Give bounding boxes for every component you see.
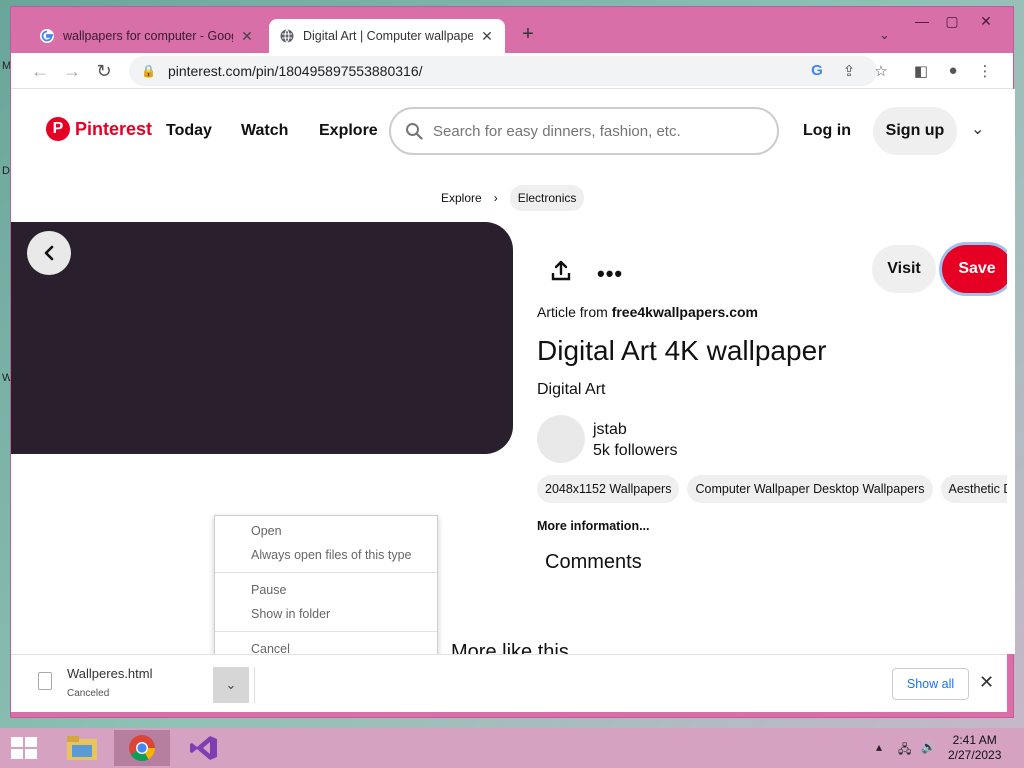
visit-button[interactable]: Visit: [872, 245, 936, 293]
tag-chip[interactable]: Computer Wallpaper Desktop Wallpapers: [687, 475, 933, 503]
brand-name: Pinterest: [75, 118, 153, 139]
pin-title: Digital Art 4K wallpaper: [537, 335, 827, 366]
file-explorer-taskbar-button[interactable]: [54, 730, 110, 766]
download-shelf: Wallperes.html Canceled ⌄ Show all ✕: [11, 654, 1007, 712]
network-icon[interactable]: 🖧: [898, 740, 911, 761]
maximize-icon[interactable]: ▢: [937, 13, 967, 30]
breadcrumb-explore[interactable]: Explore: [441, 191, 482, 205]
download-context-menu: Open Always open files of this type Paus…: [214, 515, 438, 654]
clock-time: 2:41 AM: [952, 733, 997, 747]
menu-kebab-icon[interactable]: ⋮: [975, 62, 995, 80]
windows-start-icon[interactable]: [10, 736, 38, 760]
visual-studio-icon: [190, 736, 217, 760]
tab-search-chevron-icon[interactable]: ⌄: [879, 27, 890, 43]
url-text: pinterest.com/pin/180495897553880316/: [167, 63, 423, 79]
nav-watch[interactable]: Watch: [241, 122, 288, 140]
share-page-icon[interactable]: ⇪: [839, 62, 859, 80]
globe-icon: [280, 29, 294, 43]
tag-list: 2048x1152 Wallpapers Computer Wallpaper …: [537, 475, 1007, 503]
article-source: Article from free4kwallpapers.com: [537, 304, 758, 320]
pinterest-header: P Pinterest Today Watch Explore Log in S…: [11, 89, 1007, 171]
chevron-left-icon: [44, 245, 54, 261]
tab-bar: wallpapers for computer - Goog ✕ Digital…: [11, 7, 1013, 53]
tag-chip[interactable]: Aesthetic Desk: [940, 475, 1007, 503]
save-button[interactable]: Save: [942, 245, 1007, 293]
menu-item-always-open[interactable]: Always open files of this type: [251, 548, 412, 562]
browser-window: wallpapers for computer - Goog ✕ Digital…: [10, 6, 1015, 718]
more-options-icon[interactable]: •••: [597, 261, 623, 287]
volume-icon[interactable]: 🔊: [921, 740, 936, 754]
menu-divider: [215, 572, 437, 573]
system-clock[interactable]: 2:41 AM 2/27/2023: [948, 733, 1001, 763]
page-scrollbar[interactable]: [1007, 89, 1015, 654]
pinterest-p-icon: P: [46, 117, 70, 141]
pin-image[interactable]: [11, 222, 513, 454]
tab-title: wallpapers for computer - Goog: [63, 29, 233, 43]
minimize-icon[interactable]: —: [907, 13, 937, 29]
pinterest-logo[interactable]: P Pinterest: [46, 117, 152, 141]
forward-arrow-icon[interactable]: →: [61, 61, 83, 82]
close-window-icon[interactable]: ✕: [971, 13, 1001, 30]
taskbar: ▴ 🖧 🔊 2:41 AM 2/27/2023: [0, 728, 1024, 768]
menu-item-cancel[interactable]: Cancel: [251, 642, 290, 654]
lock-icon: 🔒: [141, 64, 156, 78]
nav-explore[interactable]: Explore: [319, 122, 378, 140]
close-tab-icon[interactable]: ✕: [479, 28, 495, 45]
search-box[interactable]: [389, 107, 779, 155]
menu-item-open[interactable]: Open: [251, 524, 282, 538]
close-tab-icon[interactable]: ✕: [239, 28, 255, 45]
download-options-chevron-icon[interactable]: ⌄: [213, 667, 249, 703]
signup-button[interactable]: Sign up: [873, 107, 957, 155]
share-icon[interactable]: [549, 259, 573, 283]
menu-item-pause[interactable]: Pause: [251, 583, 286, 597]
more-information-link[interactable]: More information...: [537, 519, 650, 533]
breadcrumb-electronics[interactable]: Electronics: [509, 185, 585, 211]
folder-icon: [67, 736, 97, 760]
tab-google-search[interactable]: wallpapers for computer - Goog ✕: [29, 19, 265, 53]
close-shelf-icon[interactable]: ✕: [979, 672, 994, 693]
follower-count: 5k followers: [593, 442, 678, 459]
file-icon: [38, 672, 52, 690]
chrome-icon: [129, 735, 156, 762]
pin-subtitle: Digital Art: [537, 381, 606, 398]
show-all-button[interactable]: Show all: [892, 668, 969, 700]
shelf-divider: [254, 667, 255, 703]
google-lens-icon[interactable]: G: [807, 62, 827, 79]
chevron-down-icon[interactable]: ⌄: [971, 119, 984, 139]
chevron-right-icon: ›: [493, 191, 498, 205]
menu-item-show-in-folder[interactable]: Show in folder: [251, 607, 330, 621]
download-file-name[interactable]: Wallperes.html: [67, 666, 152, 681]
visual-studio-taskbar-button[interactable]: [176, 730, 232, 766]
address-bar[interactable]: 🔒 pinterest.com/pin/180495897553880316/: [129, 56, 877, 86]
article-prefix: Article from: [537, 304, 608, 320]
bookmark-star-icon[interactable]: ☆: [871, 62, 891, 80]
search-icon: [406, 123, 423, 140]
browser-toolbar: ← → ↻ 🔒 pinterest.com/pin/18049589755388…: [11, 53, 1013, 89]
back-button[interactable]: [27, 231, 71, 275]
side-panel-icon[interactable]: ◧: [911, 62, 931, 80]
login-link[interactable]: Log in: [803, 122, 851, 140]
tab-title: Digital Art | Computer wallpaper: [303, 29, 473, 43]
chrome-taskbar-button[interactable]: [114, 730, 170, 766]
more-like-this-heading: More like this: [451, 641, 569, 654]
profile-icon[interactable]: ●: [943, 62, 963, 79]
breadcrumb: Explore › Electronics: [441, 185, 585, 211]
back-arrow-icon[interactable]: ←: [29, 61, 51, 82]
tag-chip[interactable]: 2048x1152 Wallpapers: [537, 475, 680, 503]
download-status: Canceled: [67, 688, 110, 699]
search-input[interactable]: [433, 122, 753, 140]
tab-pinterest[interactable]: Digital Art | Computer wallpaper ✕: [269, 19, 505, 53]
clock-date: 2/27/2023: [948, 748, 1002, 762]
new-tab-button[interactable]: +: [517, 23, 539, 46]
menu-divider: [215, 631, 437, 632]
nav-today[interactable]: Today: [166, 122, 212, 140]
page-viewport: P Pinterest Today Watch Explore Log in S…: [11, 89, 1007, 654]
user-name[interactable]: jstab: [593, 421, 627, 439]
comments-heading: Comments: [545, 551, 642, 573]
reload-icon[interactable]: ↻: [93, 61, 115, 82]
google-icon: [40, 29, 54, 43]
avatar[interactable]: [537, 415, 585, 463]
article-domain-link[interactable]: free4kwallpapers.com: [612, 304, 758, 320]
tray-overflow-icon[interactable]: ▴: [876, 740, 882, 754]
